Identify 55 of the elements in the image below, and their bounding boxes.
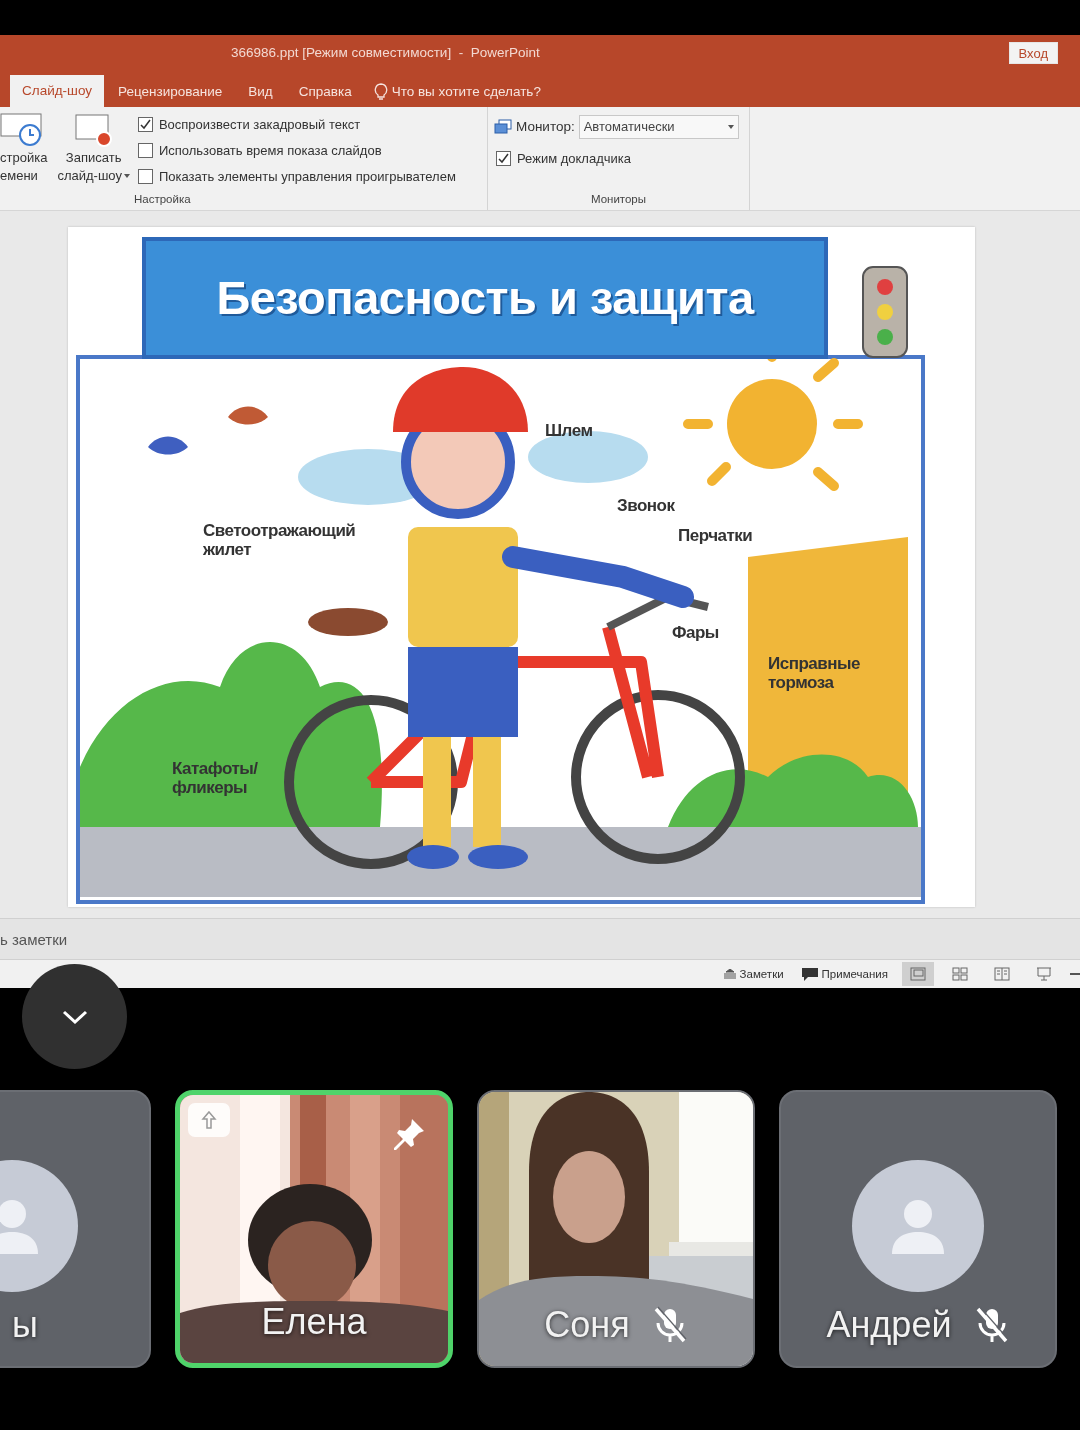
comment-icon [801,967,818,981]
view-icon [952,967,968,982]
notes-icon [723,969,736,980]
participant-tile[interactable]: Соня [477,1090,755,1368]
window-title: 366986.ppt [Режим совместимости] - PowerPoint [231,45,540,60]
group-label: Настройка [133,192,192,207]
participant-name: Андрей [826,1304,952,1346]
participant-name: Соня [544,1304,630,1346]
participant-tile[interactable]: Елена [175,1090,453,1368]
caret-icon [727,124,734,129]
up-arrow-icon [201,1110,217,1130]
slide-label: Катафоты/ фликеры [172,758,259,797]
participant-name: ы [12,1304,38,1346]
slide-label: Звонок [617,495,675,515]
ribbon-tab[interactable]: Вид [236,76,285,107]
checkbox[interactable] [137,117,153,133]
chevron-down-icon [61,1009,88,1024]
view-icon [994,967,1010,982]
monitor-dropdown[interactable]: Автоматически [578,114,739,139]
comments-button[interactable]: Примечания [797,967,892,981]
participant-tile[interactable]: Андрей [779,1090,1057,1368]
notes-button[interactable]: Заметки [719,968,788,981]
ribbon-tab[interactable]: Слайд-шоу [10,74,104,107]
ribbon-tab[interactable]: Рецензирование [106,76,235,107]
rehearse-timings-button[interactable]: стройка емени [0,106,50,193]
view-icon [1036,967,1052,982]
timer-icon [0,112,44,149]
lightbulb-icon [373,82,388,101]
slide-title: Безопасность и защита [216,270,754,326]
slide-label: Фары [672,622,719,642]
option-label: Режим докладчика [517,151,631,167]
participant-tile[interactable]: ы [0,1090,151,1368]
slide-label: Исправные тормоза [768,653,861,692]
monitor-label: Монитор: [516,119,575,135]
option-label: Воспроизвести закадровый текст [158,117,361,133]
view-icon [910,967,926,982]
slide-label: Шлем [545,420,593,440]
checkbox[interactable] [496,151,511,167]
checkbox[interactable] [137,143,153,159]
notes-placeholder[interactable]: ь заметки [0,930,68,948]
group-label: Мониторы [589,192,648,207]
checkbox[interactable] [137,169,153,185]
zoom-out-icon[interactable] [1070,972,1080,977]
caret-icon [123,173,130,178]
monitor-icon [494,118,512,135]
record-slideshow-button[interactable]: Записать слайд-шоу [55,106,132,193]
slide-label: Светоотражающий жилет [203,520,357,559]
ribbon-tab[interactable]: Справка [286,76,364,107]
option-label: Использовать время показа слайдов [158,143,382,159]
sign-in-button[interactable]: Вход [1008,42,1058,64]
tell-me-search[interactable]: Что вы хотите сделать? [365,76,549,107]
slide-label: Перчатки [678,525,753,545]
participant-name: Елена [261,1301,367,1343]
record-icon [73,112,114,149]
option-label: Показать элементы управления проигрывателем [158,169,456,185]
